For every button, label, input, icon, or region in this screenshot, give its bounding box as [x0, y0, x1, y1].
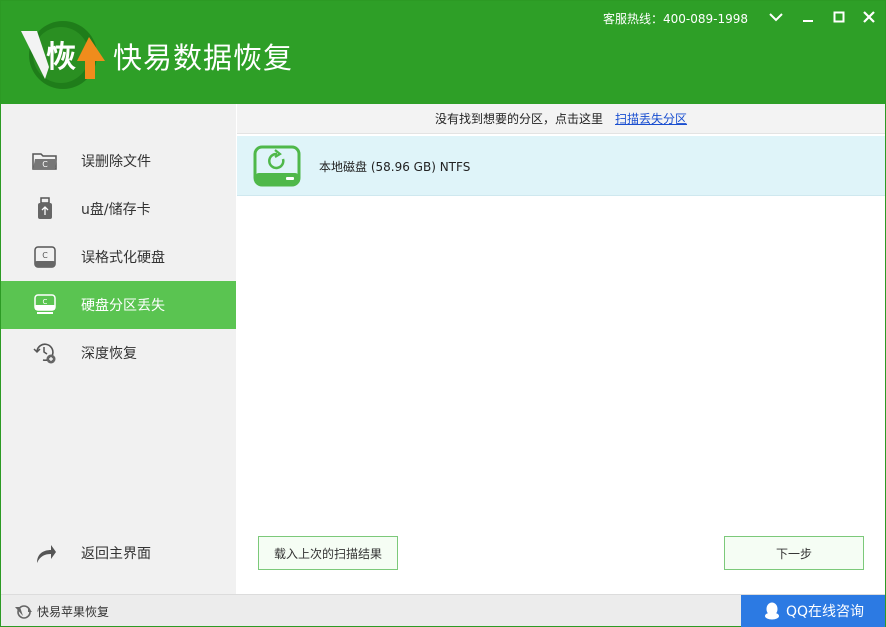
sidebar: C 误删除文件 u盘/储存卡 C 误格式化硬盘 C 硬盘分区丢失 深度恢复 返回…: [1, 104, 236, 594]
app-logo: 恢: [21, 21, 105, 89]
sidebar-item-lost-partition[interactable]: C 硬盘分区丢失: [1, 281, 236, 329]
qq-penguin-icon: [764, 602, 779, 620]
close-button[interactable]: [858, 7, 880, 27]
load-last-scan-button[interactable]: 载入上次的扫描结果: [258, 536, 398, 570]
sidebar-item-deleted-files[interactable]: C 误删除文件: [1, 137, 236, 185]
svg-text:C: C: [42, 251, 48, 260]
sidebar-item-label: u盘/储存卡: [81, 202, 151, 218]
folder-c-icon: C: [31, 149, 59, 173]
usb-icon: [31, 197, 59, 221]
sidebar-item-usb[interactable]: u盘/储存卡: [1, 185, 236, 233]
partition-icon: C: [31, 293, 59, 317]
app-window: 恢 快易数据恢复 客服热线：400-089-1998 C 误删除文件 u盘/储存…: [0, 0, 886, 627]
hotline-text: 客服热线：400-089-1998: [603, 12, 749, 26]
maximize-icon: [833, 11, 845, 23]
disk-icon: [253, 145, 301, 187]
header-bar: 恢 快易数据恢复 客服热线：400-089-1998: [1, 1, 885, 104]
harddisk-icon: C: [31, 245, 59, 269]
footer-bar: 快易苹果恢复 QQ在线咨询: [1, 594, 885, 627]
scan-lost-partition-link[interactable]: 扫描丢失分区: [615, 110, 687, 127]
apple-recovery-label: 快易苹果恢复: [37, 605, 110, 619]
chevron-down-icon: [769, 13, 783, 22]
back-to-main-button[interactable]: 返回主界面: [1, 529, 236, 577]
recovery-logo-icon: [15, 604, 32, 619]
logo-char: 恢: [46, 40, 76, 75]
partition-notice: 没有找到想要的分区，点击这里 扫描丢失分区: [237, 104, 885, 134]
apple-recovery-link[interactable]: 快易苹果恢复: [13, 603, 109, 620]
app-title: 快易数据恢复: [113, 41, 294, 75]
deep-recovery-icon: [31, 341, 59, 365]
qq-consult-label: QQ在线咨询: [785, 604, 865, 620]
svg-text:C: C: [42, 160, 48, 169]
close-icon: [863, 11, 875, 23]
sidebar-item-label: 误格式化硬盘: [81, 250, 165, 266]
sidebar-item-label: 深度恢复: [81, 346, 137, 362]
sidebar-item-deep-recovery[interactable]: 深度恢复: [1, 329, 236, 377]
minimize-button[interactable]: [797, 7, 819, 27]
dropdown-menu-button[interactable]: [765, 7, 787, 27]
disk-list-item[interactable]: 本地磁盘 (58.96 GB) NTFS: [237, 136, 885, 196]
back-arrow-icon: [31, 541, 59, 565]
qq-consult-button[interactable]: QQ在线咨询: [741, 595, 885, 627]
sidebar-item-formatted-disk[interactable]: C 误格式化硬盘: [1, 233, 236, 281]
svg-text:C: C: [43, 298, 48, 306]
back-to-main-label: 返回主界面: [81, 546, 151, 562]
sidebar-item-label: 硬盘分区丢失: [81, 298, 165, 314]
maximize-button[interactable]: [828, 7, 850, 27]
disk-label: 本地磁盘 (58.96 GB) NTFS: [319, 160, 471, 174]
next-step-button[interactable]: 下一步: [724, 536, 864, 570]
notice-text: 没有找到想要的分区，点击这里: [434, 112, 603, 126]
minimize-icon: [803, 20, 813, 22]
sidebar-item-label: 误删除文件: [81, 154, 151, 170]
